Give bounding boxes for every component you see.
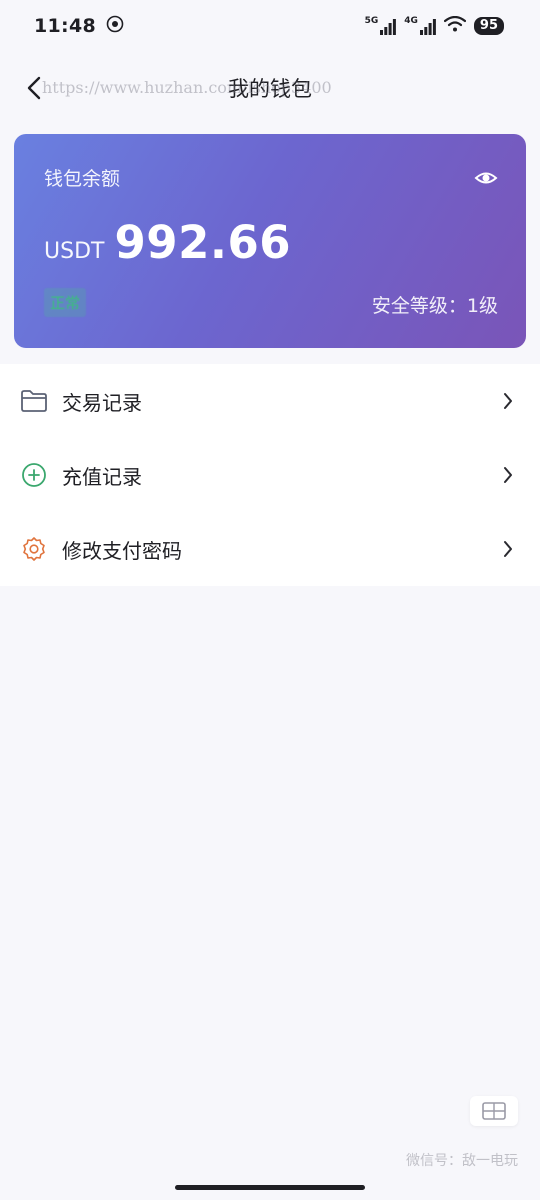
wifi-icon <box>443 15 467 36</box>
home-indicator[interactable] <box>175 1185 365 1190</box>
plus-circle-icon <box>20 461 48 489</box>
menu-item-label: 修改支付密码 <box>62 538 182 563</box>
menu-item-label: 交易记录 <box>62 390 142 415</box>
status-time: 11:48 <box>34 15 96 37</box>
chevron-left-icon <box>27 76 41 100</box>
network-label-5g: 5G <box>364 16 379 26</box>
network-label-4g: 4G <box>404 16 418 26</box>
balance-row: USDT 992.66 <box>44 216 291 269</box>
toggle-visibility-button[interactable] <box>474 166 498 190</box>
signal-bars-icon <box>380 19 397 35</box>
security-level: 安全等级：1级 <box>371 295 498 317</box>
signal-5g: 5G <box>365 17 397 35</box>
status-bar: 11:48 5G 4G 95 <box>0 0 540 52</box>
signal-bars-icon <box>419 19 436 35</box>
balance-amount: 992.66 <box>114 216 292 269</box>
eye-icon <box>474 172 498 184</box>
signal-4g: 4G <box>404 17 436 35</box>
nav-bar: 我的钱包 <box>0 52 540 124</box>
balance-currency: USDT <box>44 239 105 264</box>
menu-item-change-payment-password[interactable]: 修改支付密码 <box>0 512 540 586</box>
menu-item-transaction-records[interactable]: 交易记录 <box>0 364 540 438</box>
back-button[interactable] <box>16 70 52 106</box>
wallet-balance-card: 钱包余额 USDT 992.66 正常 安全等级：1级 <box>14 134 526 348</box>
corner-watermark: 微信号：敌一电玩 <box>406 1153 518 1169</box>
page-title: 我的钱包 <box>228 77 312 101</box>
chevron-right-icon <box>500 391 516 411</box>
grid-icon <box>482 1102 506 1120</box>
menu-item-label: 充值记录 <box>62 464 142 489</box>
notification-icon <box>106 15 124 37</box>
chevron-right-icon <box>500 539 516 559</box>
wallet-menu: 交易记录 充值记录 修改支付密码 <box>0 364 540 586</box>
status-right: 5G 4G 95 <box>365 15 504 36</box>
floating-widget-button[interactable] <box>470 1096 518 1126</box>
folder-icon <box>20 387 48 415</box>
balance-label: 钱包余额 <box>44 168 121 190</box>
status-left: 11:48 <box>34 15 124 37</box>
battery-indicator: 95 <box>473 17 504 35</box>
menu-item-recharge-records[interactable]: 充值记录 <box>0 438 540 512</box>
status-badge: 正常 <box>44 288 87 317</box>
chevron-right-icon <box>500 465 516 485</box>
gear-icon <box>20 535 48 563</box>
